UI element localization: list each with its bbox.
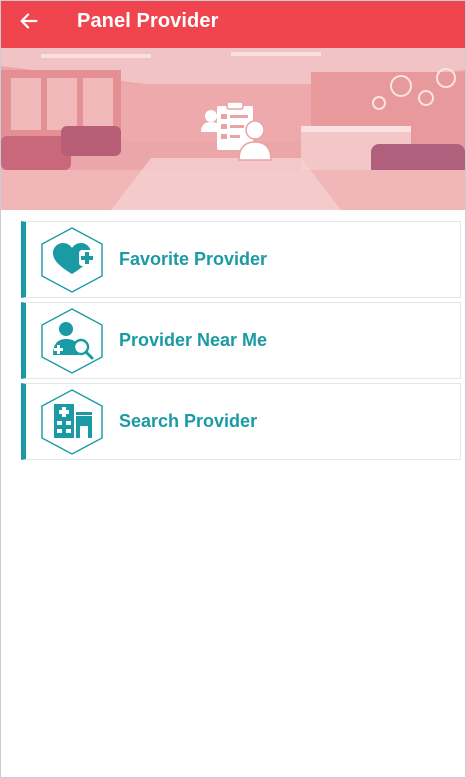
app-screen: Panel Provider Favorite Provider Provide…	[0, 0, 466, 778]
provider-menu: Favorite Provider Provider Near Me Searc…	[21, 221, 461, 464]
menu-item-search-provider[interactable]: Search Provider	[21, 383, 461, 460]
menu-item-label: Search Provider	[119, 411, 258, 431]
menu-item-provider-near-me[interactable]: Provider Near Me	[21, 302, 461, 379]
menu-item-label: Favorite Provider	[119, 249, 268, 269]
menu-item-favorite-provider[interactable]: Favorite Provider	[21, 221, 461, 298]
menu-item-label: Provider Near Me	[119, 330, 268, 350]
back-button[interactable]	[1, 1, 61, 48]
heart-plus-icon	[41, 226, 103, 293]
header-banner	[1, 48, 465, 210]
hospital-building-icon	[41, 388, 103, 455]
page-title: Panel Provider	[77, 10, 219, 32]
app-bar: Panel Provider	[1, 1, 465, 48]
arrow-left-icon	[20, 12, 38, 29]
doctor-search-icon	[41, 307, 103, 374]
provider-list-icon	[201, 101, 272, 161]
